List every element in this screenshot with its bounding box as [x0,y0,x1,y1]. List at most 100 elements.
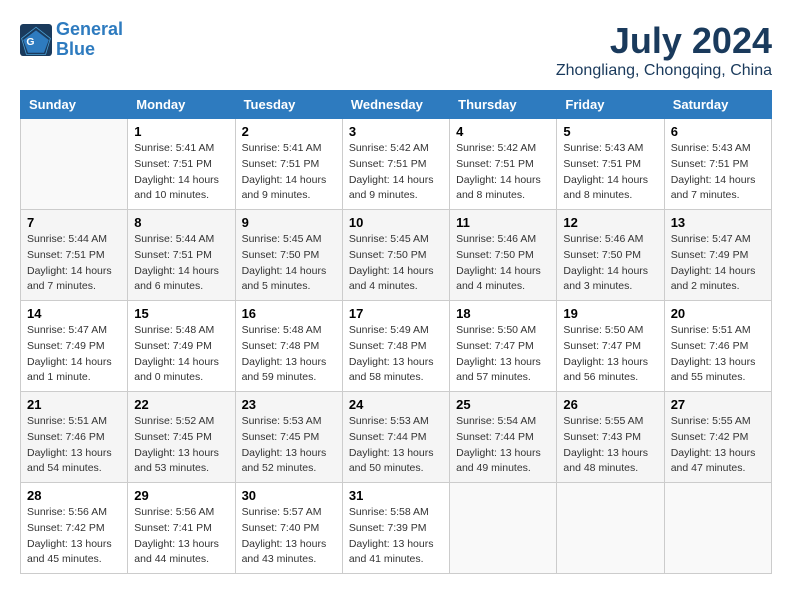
day-info: Sunrise: 5:43 AMSunset: 7:51 PMDaylight:… [671,141,765,204]
day-info: Sunrise: 5:48 AMSunset: 7:49 PMDaylight:… [134,323,228,386]
calendar-cell: 27 Sunrise: 5:55 AMSunset: 7:42 PMDayligh… [664,392,771,483]
page-header: G General Blue July 2024 Zhongliang, Cho… [20,20,772,80]
day-number: 26 [563,397,657,412]
calendar-cell: 14 Sunrise: 5:47 AMSunset: 7:49 PMDayligh… [21,301,128,392]
day-number: 24 [349,397,443,412]
calendar-cell: 19 Sunrise: 5:50 AMSunset: 7:47 PMDayligh… [557,301,664,392]
day-number: 31 [349,488,443,503]
calendar-cell: 15 Sunrise: 5:48 AMSunset: 7:49 PMDayligh… [128,301,235,392]
day-info: Sunrise: 5:41 AMSunset: 7:51 PMDaylight:… [134,141,228,204]
day-info: Sunrise: 5:44 AMSunset: 7:51 PMDaylight:… [27,232,121,295]
logo-icon: G [20,24,52,56]
day-number: 1 [134,124,228,139]
calendar-cell: 13Sunrise: 5:47 AMSunset: 7:49 PMDayligh… [664,210,771,301]
calendar-cell: 5 Sunrise: 5:43 AMSunset: 7:51 PMDaylight… [557,119,664,210]
day-number: 29 [134,488,228,503]
day-number: 21 [27,397,121,412]
day-number: 23 [242,397,336,412]
calendar-cell: 2 Sunrise: 5:41 AMSunset: 7:51 PMDaylight… [235,119,342,210]
day-info: Sunrise: 5:54 AMSunset: 7:44 PMDaylight:… [456,414,550,477]
calendar-cell: 24 Sunrise: 5:53 AMSunset: 7:44 PMDayligh… [342,392,449,483]
logo-text: General Blue [56,20,123,60]
calendar-cell: 30Sunrise: 5:57 AMSunset: 7:40 PMDayligh… [235,483,342,574]
calendar-cell: 21 Sunrise: 5:51 AMSunset: 7:46 PMDayligh… [21,392,128,483]
day-info: Sunrise: 5:51 AMSunset: 7:46 PMDaylight:… [27,414,121,477]
calendar-cell: 16 Sunrise: 5:48 AMSunset: 7:48 PMDayligh… [235,301,342,392]
calendar-week-row: 1 Sunrise: 5:41 AMSunset: 7:51 PMDaylight… [21,119,772,210]
calendar-cell: 12 Sunrise: 5:46 AMSunset: 7:50 PMDayligh… [557,210,664,301]
day-info: Sunrise: 5:43 AMSunset: 7:51 PMDaylight:… [563,141,657,204]
calendar-cell: 17 Sunrise: 5:49 AMSunset: 7:48 PMDayligh… [342,301,449,392]
calendar-cell: 6Sunrise: 5:43 AMSunset: 7:51 PMDaylight… [664,119,771,210]
svg-text:G: G [26,37,34,48]
logo-line2: Blue [56,39,95,59]
calendar-cell: 7 Sunrise: 5:44 AMSunset: 7:51 PMDaylight… [21,210,128,301]
calendar-cell: 18Sunrise: 5:50 AMSunset: 7:47 PMDayligh… [450,301,557,392]
day-info: Sunrise: 5:47 AMSunset: 7:49 PMDaylight:… [27,323,121,386]
calendar-table: SundayMondayTuesdayWednesdayThursdayFrid… [20,90,772,574]
day-info: Sunrise: 5:50 AMSunset: 7:47 PMDaylight:… [563,323,657,386]
day-info: Sunrise: 5:46 AMSunset: 7:50 PMDaylight:… [563,232,657,295]
day-number: 27 [671,397,765,412]
day-number: 12 [563,215,657,230]
day-info: Sunrise: 5:45 AMSunset: 7:50 PMDaylight:… [349,232,443,295]
calendar-cell: 1 Sunrise: 5:41 AMSunset: 7:51 PMDaylight… [128,119,235,210]
calendar-cell: 8 Sunrise: 5:44 AMSunset: 7:51 PMDaylight… [128,210,235,301]
calendar-cell: 29 Sunrise: 5:56 AMSunset: 7:41 PMDayligh… [128,483,235,574]
month-title: July 2024 [556,20,772,62]
day-info: Sunrise: 5:41 AMSunset: 7:51 PMDaylight:… [242,141,336,204]
day-info: Sunrise: 5:51 AMSunset: 7:46 PMDaylight:… [671,323,765,386]
day-number: 11 [456,215,550,230]
day-info: Sunrise: 5:44 AMSunset: 7:51 PMDaylight:… [134,232,228,295]
day-info: Sunrise: 5:42 AMSunset: 7:51 PMDaylight:… [456,141,550,204]
day-number: 22 [134,397,228,412]
day-number: 2 [242,124,336,139]
weekday-header: Tuesday [235,91,342,119]
day-info: Sunrise: 5:55 AMSunset: 7:43 PMDaylight:… [563,414,657,477]
logo: G General Blue [20,20,123,60]
calendar-cell: 25 Sunrise: 5:54 AMSunset: 7:44 PMDayligh… [450,392,557,483]
day-info: Sunrise: 5:49 AMSunset: 7:48 PMDaylight:… [349,323,443,386]
calendar-cell: 3Sunrise: 5:42 AMSunset: 7:51 PMDaylight… [342,119,449,210]
weekday-row: SundayMondayTuesdayWednesdayThursdayFrid… [21,91,772,119]
day-info: Sunrise: 5:58 AMSunset: 7:39 PMDaylight:… [349,505,443,568]
day-info: Sunrise: 5:52 AMSunset: 7:45 PMDaylight:… [134,414,228,477]
logo-line1: General [56,19,123,39]
day-info: Sunrise: 5:55 AMSunset: 7:42 PMDaylight:… [671,414,765,477]
day-number: 7 [27,215,121,230]
title-block: July 2024 Zhongliang, Chongqing, China [556,20,772,80]
weekday-header: Wednesday [342,91,449,119]
weekday-header: Saturday [664,91,771,119]
day-number: 25 [456,397,550,412]
day-number: 20 [671,306,765,321]
day-number: 9 [242,215,336,230]
calendar-cell: 26 Sunrise: 5:55 AMSunset: 7:43 PMDayligh… [557,392,664,483]
calendar-cell: 10 Sunrise: 5:45 AMSunset: 7:50 PMDayligh… [342,210,449,301]
day-number: 18 [456,306,550,321]
calendar-cell: 31 Sunrise: 5:58 AMSunset: 7:39 PMDayligh… [342,483,449,574]
day-number: 19 [563,306,657,321]
calendar-week-row: 7 Sunrise: 5:44 AMSunset: 7:51 PMDaylight… [21,210,772,301]
calendar-header: SundayMondayTuesdayWednesdayThursdayFrid… [21,91,772,119]
day-info: Sunrise: 5:46 AMSunset: 7:50 PMDaylight:… [456,232,550,295]
day-number: 30 [242,488,336,503]
day-number: 5 [563,124,657,139]
day-number: 28 [27,488,121,503]
day-number: 17 [349,306,443,321]
day-number: 8 [134,215,228,230]
day-info: Sunrise: 5:48 AMSunset: 7:48 PMDaylight:… [242,323,336,386]
day-info: Sunrise: 5:53 AMSunset: 7:45 PMDaylight:… [242,414,336,477]
day-info: Sunrise: 5:45 AMSunset: 7:50 PMDaylight:… [242,232,336,295]
calendar-cell: 22 Sunrise: 5:52 AMSunset: 7:45 PMDayligh… [128,392,235,483]
day-number: 14 [27,306,121,321]
day-number: 4 [456,124,550,139]
location-subtitle: Zhongliang, Chongqing, China [556,62,772,80]
calendar-cell [21,119,128,210]
day-info: Sunrise: 5:56 AMSunset: 7:41 PMDaylight:… [134,505,228,568]
day-number: 16 [242,306,336,321]
day-number: 15 [134,306,228,321]
day-info: Sunrise: 5:53 AMSunset: 7:44 PMDaylight:… [349,414,443,477]
day-number: 13 [671,215,765,230]
calendar-cell [557,483,664,574]
day-number: 10 [349,215,443,230]
